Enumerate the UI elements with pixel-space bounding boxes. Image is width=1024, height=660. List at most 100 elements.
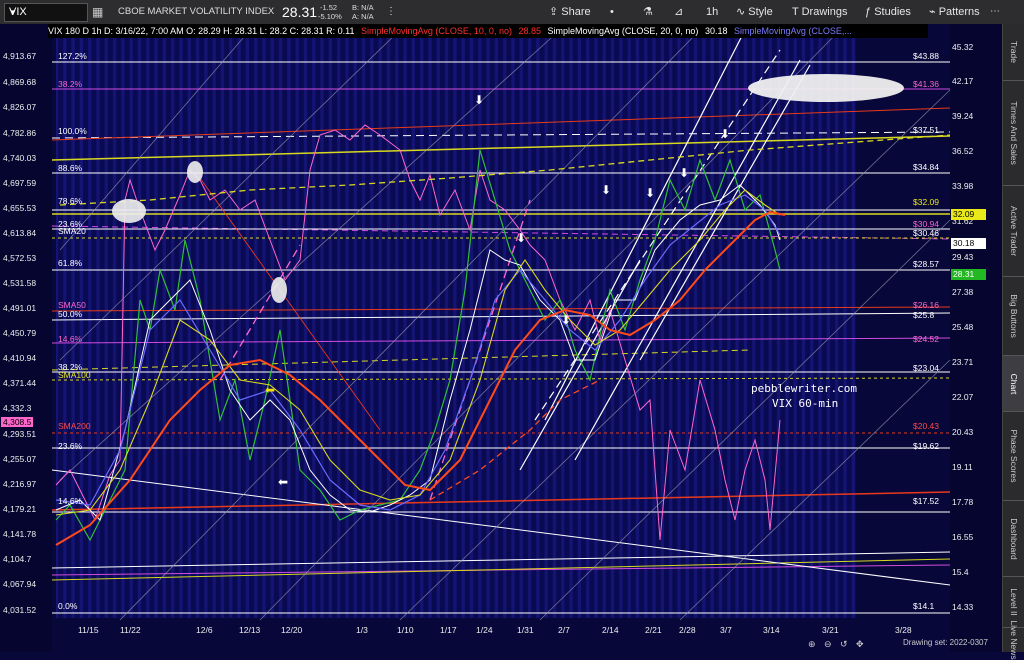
- grid-icon[interactable]: ▦: [92, 0, 103, 24]
- sma-label: SMA100: [58, 370, 91, 380]
- date-tick: 2/14: [602, 625, 619, 635]
- date-tick: 3/21: [822, 625, 839, 635]
- price-badge-last: 28.31: [951, 269, 986, 280]
- tab-big-buttons[interactable]: Big Buttons: [1003, 277, 1024, 356]
- level-mark: $41.36: [913, 79, 939, 89]
- chart-canvas[interactable]: ⬇ ⬇ ⬇ ⬇ ⬇ ⬇ ⬇ ⬅ ⬅: [0, 24, 1002, 652]
- fib-label: 78.6%: [58, 196, 83, 206]
- sma20-value: 30.18: [704, 26, 728, 36]
- date-tick: 11/15: [78, 625, 99, 635]
- date-tick: 11/22: [120, 625, 141, 635]
- svg-text:⬇: ⬇: [561, 313, 571, 327]
- price-tick: 4,293.51: [3, 429, 37, 439]
- arrow-marker-yellow: ⬅: [265, 383, 275, 397]
- price-tick: 4,141.78: [3, 529, 37, 539]
- study-legend[interactable]: VIX 180 D 1h D: 3/16/22, 7:00 AM O: 28.2…: [48, 24, 928, 38]
- zoom-icon[interactable]: ⊕: [808, 639, 816, 650]
- level-mark: $24.52: [913, 334, 939, 344]
- sma20-legend[interactable]: SimpleMovingAvg (CLOSE, 20, 0, no): [548, 26, 699, 36]
- chevron-down-icon[interactable]: ▼: [9, 4, 84, 21]
- date-tick: 3/28: [895, 625, 912, 635]
- date-tick: 2/28: [679, 625, 696, 635]
- svg-text:⬇: ⬇: [720, 127, 730, 141]
- price-tick: 4,613.84: [3, 228, 37, 238]
- svg-text:⬇: ⬇: [474, 93, 484, 107]
- reset-icon[interactable]: ↺: [840, 639, 848, 650]
- dot-icon[interactable]: •: [610, 0, 614, 24]
- tab-times-and-sales[interactable]: Times And Sales: [1003, 81, 1024, 186]
- tab-phase-scores[interactable]: Phase Scores: [1003, 412, 1024, 501]
- last-price: 28.31: [282, 4, 318, 20]
- level-mark: $30.46: [913, 228, 939, 238]
- tab-chart[interactable]: Chart: [1003, 356, 1024, 412]
- date-tick: 2/21: [645, 625, 662, 635]
- style-icon: ∿: [736, 6, 746, 18]
- date-tick: 1/31: [517, 625, 534, 635]
- level-mark: $34.84: [913, 162, 939, 172]
- tab-live-news[interactable]: Live News: [1003, 620, 1024, 659]
- dots-icon[interactable]: ⋯: [990, 0, 1000, 24]
- instrument-name: CBOE MARKET VOLATILITY INDEX: [118, 6, 275, 17]
- date-tick: 2/7: [558, 625, 570, 635]
- change-pct: -5.10%: [318, 12, 342, 21]
- sma10-legend[interactable]: SimpleMovingAvg (CLOSE, 10, 0, no): [361, 26, 512, 36]
- price-tick: 19.11: [952, 462, 973, 472]
- sma-label: SMA200: [58, 421, 91, 431]
- ruler-icon[interactable]: ⊿: [674, 0, 683, 24]
- highlight-oval: [187, 161, 203, 183]
- price-tick: 4,371.44: [3, 378, 37, 388]
- zoom-out-icon[interactable]: ⊖: [824, 639, 832, 650]
- patterns-icon: ⌁: [929, 6, 936, 18]
- date-tick: 1/10: [397, 625, 414, 635]
- symbol-input[interactable]: VIX ▼: [4, 3, 88, 22]
- price-tick: 4,697.59: [3, 178, 37, 188]
- level-mark: $20.43: [913, 421, 939, 431]
- level-mark: $37.51: [913, 125, 939, 135]
- price-tick: 45.32: [952, 42, 974, 52]
- highlight-oval: [271, 277, 287, 303]
- svg-text:⬇: ⬇: [601, 183, 611, 197]
- svg-text:⬅: ⬅: [278, 475, 288, 489]
- share-button[interactable]: ⇪ Share: [549, 0, 591, 24]
- chart-area[interactable]: ⬇ ⬇ ⬇ ⬇ ⬇ ⬇ ⬇ ⬅ ⬅: [0, 24, 1002, 652]
- date-tick: 12/6: [196, 625, 213, 635]
- price-badge: 4,308.5: [1, 417, 34, 427]
- style-button[interactable]: ∿ Style: [736, 0, 773, 24]
- level-mark: $17.52: [913, 496, 939, 506]
- price-tick: 42.17: [952, 76, 974, 86]
- fib-label: 14.6%: [58, 334, 83, 344]
- change-value: -1.52: [320, 3, 338, 12]
- highlight-oval: [112, 199, 146, 223]
- price-tick: 27.38: [952, 287, 974, 297]
- tab-active-trader[interactable]: Active Trader: [1003, 186, 1024, 277]
- drawings-button[interactable]: T Drawings: [792, 0, 847, 24]
- sma-label: SMA50: [58, 300, 86, 310]
- date-tick: 12/20: [281, 625, 303, 635]
- interval-button[interactable]: 1h: [706, 0, 718, 24]
- dots-icon[interactable]: ⋮: [386, 0, 396, 24]
- tab-trade[interactable]: Trade: [1003, 24, 1024, 81]
- studies-button[interactable]: ƒ Studies: [865, 0, 911, 24]
- tab-dashboard[interactable]: Dashboard: [1003, 501, 1024, 577]
- price-tick: 4,655.53: [3, 203, 37, 213]
- patterns-button[interactable]: ⌁ Patterns: [929, 0, 980, 24]
- pan-icon[interactable]: ✥: [856, 639, 864, 650]
- fib-label: 38.2%: [58, 79, 83, 89]
- price-tick: 4,826.07: [3, 102, 37, 112]
- price-tick: 14.33: [952, 602, 974, 612]
- sma50-legend[interactable]: SimpleMovingAvg (CLOSE,...: [734, 26, 852, 36]
- level-mark: $32.09: [913, 197, 939, 207]
- level-mark: $25.8: [913, 310, 935, 320]
- price-tick: 4,782.86: [3, 128, 37, 138]
- price-tick: 4,332.3: [3, 403, 32, 413]
- sma-label: SMA20: [58, 226, 86, 236]
- drawing-set-label[interactable]: Drawing set: 2022-0307: [903, 638, 988, 647]
- studies-icon: ƒ: [865, 6, 872, 18]
- fib-label: 14.6%: [58, 496, 83, 506]
- fib-label: 61.8%: [58, 258, 83, 268]
- toolbar: VIX ▼ ▦ CBOE MARKET VOLATILITY INDEX 28.…: [0, 0, 1024, 25]
- price-tick: 4,255.07: [3, 454, 37, 464]
- flask-icon[interactable]: ⚗: [643, 0, 653, 24]
- highlight-oval: [748, 74, 904, 102]
- fib-label: 0.0%: [58, 601, 78, 611]
